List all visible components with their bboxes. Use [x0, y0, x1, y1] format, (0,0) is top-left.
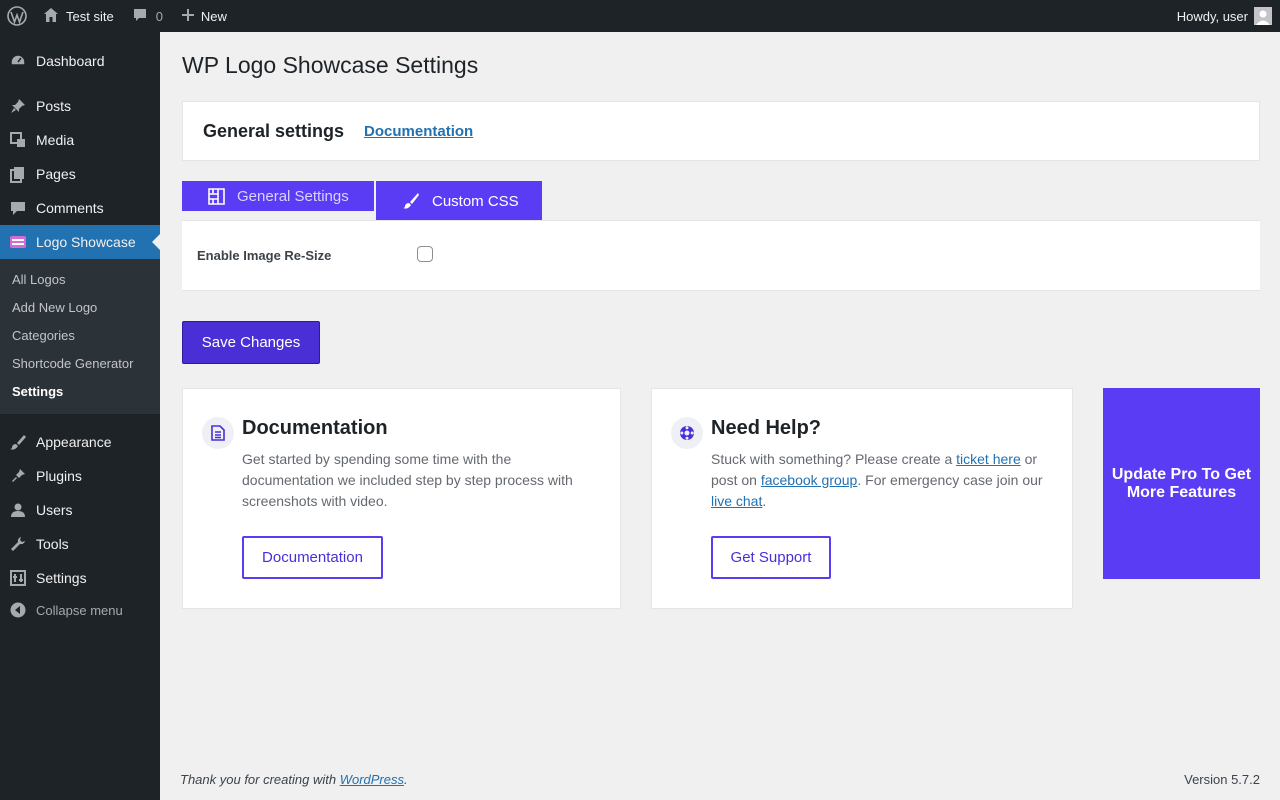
- collapse-icon: [0, 601, 36, 619]
- home-icon: [42, 6, 60, 27]
- comments-link[interactable]: 0: [132, 0, 163, 32]
- logo-showcase-icon: [0, 233, 36, 251]
- pin-icon: [0, 97, 36, 115]
- dashboard-icon: [0, 52, 36, 70]
- footer-text: Thank you for creating with: [180, 772, 340, 787]
- get-support-button[interactable]: Get Support: [711, 536, 831, 579]
- sidebar-item-settings[interactable]: Settings: [0, 561, 160, 595]
- sidebar-item-tools[interactable]: Tools: [0, 527, 160, 561]
- sidebar-item-label: Logo Showcase: [36, 234, 136, 250]
- tab-custom-css[interactable]: Custom CSS: [376, 181, 542, 221]
- settings-icon: [0, 569, 36, 587]
- sidebar-item-plugins[interactable]: Plugins: [0, 459, 160, 493]
- collapse-menu-button[interactable]: Collapse menu: [0, 593, 160, 627]
- sidebar-item-dashboard[interactable]: Dashboard: [0, 44, 160, 78]
- site-name-label: Test site: [66, 8, 114, 24]
- section-title: General settings: [203, 120, 345, 141]
- sidebar-item-label: Comments: [36, 200, 104, 216]
- save-changes-button[interactable]: Save Changes: [182, 321, 320, 364]
- enable-image-resize-checkbox[interactable]: [417, 246, 433, 262]
- sidebar-item-comments[interactable]: Comments: [0, 191, 160, 225]
- submenu-item-categories[interactable]: Categories: [12, 328, 75, 343]
- footer-thanks: Thank you for creating with WordPress.: [180, 772, 408, 787]
- update-pro-banner[interactable]: Update Pro To Get More Features: [1103, 388, 1260, 579]
- tab-general-settings[interactable]: General Settings: [182, 181, 374, 211]
- tab-label: General Settings: [237, 187, 349, 205]
- documentation-button[interactable]: Documentation: [242, 536, 383, 579]
- page-title: WP Logo Showcase Settings: [182, 52, 479, 78]
- plus-icon: [181, 8, 195, 25]
- sidebar-item-label: Media: [36, 132, 75, 148]
- new-label: New: [200, 8, 227, 24]
- footer-period: .: [404, 772, 408, 787]
- comments-count: 0: [155, 8, 163, 24]
- sidebar-item-posts[interactable]: Posts: [0, 89, 160, 123]
- user-icon: [0, 501, 36, 519]
- general-settings-header: General settings Documentation: [182, 101, 1260, 161]
- pages-icon: [0, 165, 36, 183]
- site-name-link[interactable]: Test site: [42, 0, 114, 32]
- main-content: WP Logo Showcase Settings General settin…: [160, 32, 1280, 800]
- wordpress-logo-icon[interactable]: [0, 0, 34, 32]
- settings-panel: Enable Image Re-Size: [182, 220, 1260, 291]
- need-help-card-title: Need Help?: [711, 417, 822, 439]
- enable-image-resize-label: Enable Image Re-Size: [197, 248, 332, 263]
- sidebar-item-users[interactable]: Users: [0, 493, 160, 527]
- need-help-card-text: Stuck with something? Please create a ti…: [711, 449, 1056, 512]
- grid-icon: [208, 187, 225, 205]
- documentation-card-text: Get started by spending some time with t…: [242, 451, 573, 509]
- sidebar-item-label: Pages: [36, 166, 76, 182]
- help-text-part: . For emergency case join our: [857, 472, 1043, 488]
- brush-icon: [0, 433, 36, 451]
- admin-bar: Test site 0 New Howdy, user: [0, 0, 1280, 32]
- sidebar-item-label: Tools: [36, 536, 69, 552]
- sidebar-item-logo-showcase[interactable]: Logo Showcase: [0, 225, 160, 259]
- sidebar-item-label: Dashboard: [36, 53, 105, 69]
- howdy-label: Howdy, user: [1176, 8, 1248, 24]
- submenu-item-settings[interactable]: Settings: [12, 384, 63, 399]
- sidebar-item-label: Plugins: [36, 468, 82, 484]
- wordpress-link[interactable]: WordPress: [340, 772, 404, 787]
- sidebar-item-label: Settings: [36, 570, 87, 586]
- submenu-item-all-logos[interactable]: All Logos: [12, 272, 65, 287]
- wrench-icon: [0, 535, 36, 553]
- help-text-part: .: [762, 493, 767, 509]
- admin-sidebar: Dashboard Posts Media Pages Comments Log…: [0, 32, 160, 800]
- lifebuoy-icon: [671, 417, 703, 449]
- help-text-part: Stuck with something? Please create a: [711, 451, 957, 467]
- sidebar-item-label: Appearance: [36, 434, 112, 450]
- new-content-link[interactable]: New: [181, 0, 227, 32]
- sidebar-item-pages[interactable]: Pages: [0, 157, 160, 191]
- live-chat-link[interactable]: live chat: [711, 493, 762, 509]
- sidebar-item-media[interactable]: Media: [0, 123, 160, 157]
- sidebar-item-label: Posts: [36, 98, 72, 114]
- documentation-card: Documentation Get started by spending so…: [182, 388, 621, 609]
- sidebar-item-appearance[interactable]: Appearance: [0, 425, 160, 459]
- sidebar-item-label: Users: [36, 502, 73, 518]
- need-help-card: Need Help? Stuck with something? Please …: [651, 388, 1073, 609]
- comment-icon: [132, 7, 148, 26]
- brush-icon: [402, 192, 420, 210]
- logo-showcase-submenu: All Logos Add New Logo Categories Shortc…: [0, 259, 160, 414]
- tab-label: Custom CSS: [432, 192, 519, 210]
- avatar: [1254, 7, 1272, 25]
- documentation-link[interactable]: Documentation: [364, 123, 473, 140]
- documentation-card-title: Documentation: [242, 417, 388, 439]
- account-menu[interactable]: Howdy, user: [1177, 0, 1272, 32]
- document-icon: [202, 417, 234, 449]
- version-label: Version 5.7.2: [1184, 772, 1260, 787]
- plugin-icon: [0, 467, 36, 485]
- comment-icon: [0, 199, 36, 217]
- facebook-group-link[interactable]: facebook group: [761, 472, 858, 488]
- sidebar-item-label: Collapse menu: [36, 602, 123, 618]
- ticket-link[interactable]: ticket here: [956, 451, 1021, 467]
- submenu-item-add-new-logo[interactable]: Add New Logo: [12, 300, 97, 315]
- media-icon: [0, 131, 36, 149]
- submenu-item-shortcode-generator[interactable]: Shortcode Generator: [12, 356, 133, 371]
